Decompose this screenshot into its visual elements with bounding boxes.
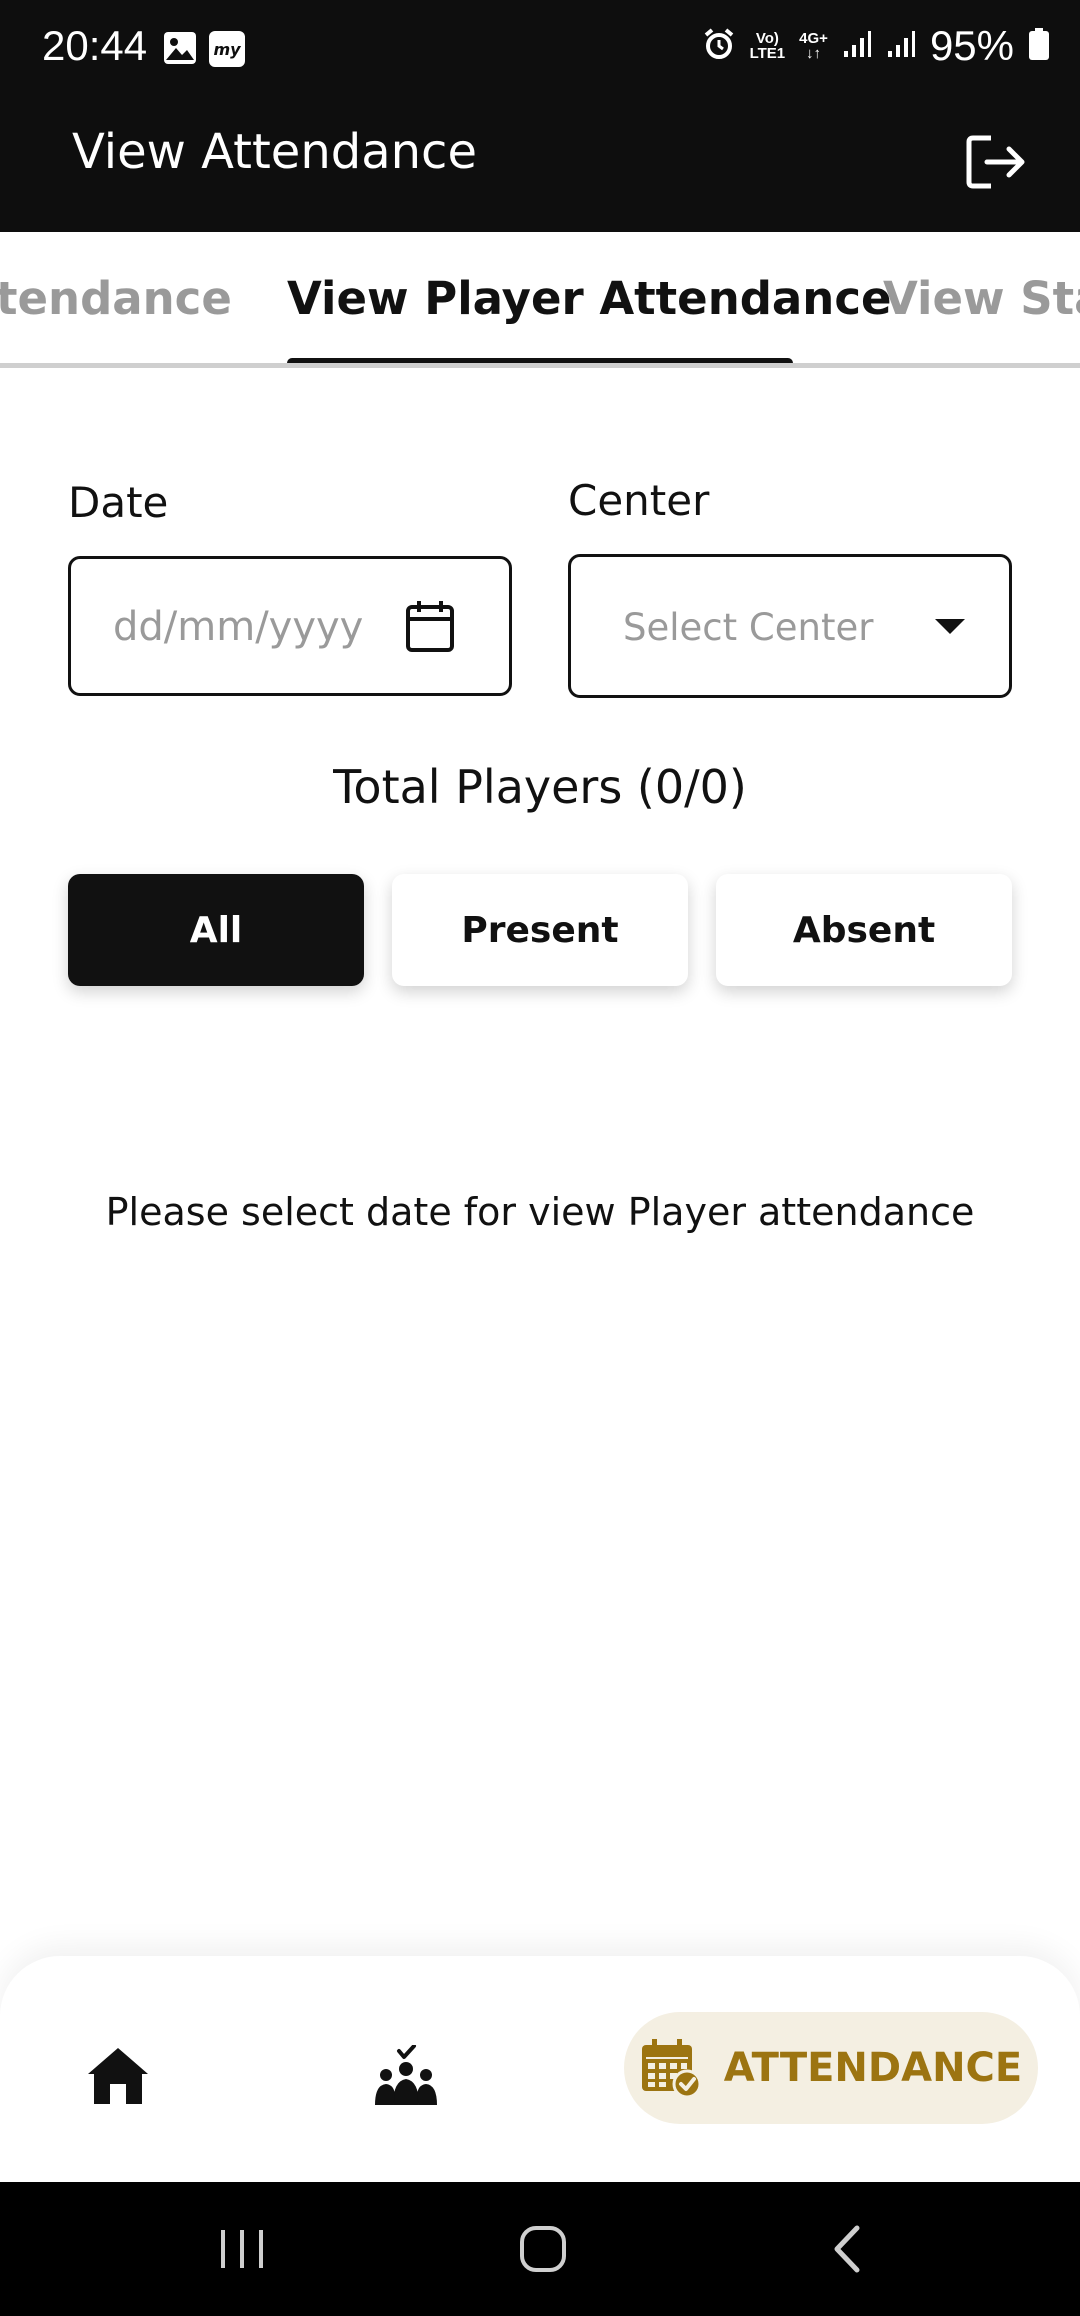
system-home-button[interactable]: [503, 2212, 583, 2286]
date-field[interactable]: dd/mm/yyyy: [68, 556, 512, 696]
logout-button[interactable]: [956, 122, 1036, 202]
active-tab-indicator: [287, 358, 793, 363]
calendar-check-icon: [641, 2039, 702, 2099]
network-type: 4G+ ↓↑: [799, 31, 828, 61]
date-placeholder: dd/mm/yyyy: [113, 604, 364, 650]
filter-absent-button[interactable]: Absent: [716, 874, 1012, 986]
volte-indicator: Vo) LTE1: [750, 31, 786, 61]
logout-icon: [966, 135, 1025, 189]
tab-view-staff-attendance-partial[interactable]: tendance: [0, 272, 232, 325]
nav-attendance-label: ATTENDANCE: [723, 2045, 1023, 2091]
home-icon: [88, 2048, 148, 2104]
back-icon: [834, 2225, 860, 2273]
team-check-icon: [375, 2045, 437, 2105]
network-type-label: 4G+: [799, 30, 828, 47]
signal-icon: [886, 29, 916, 64]
home-circle-icon: [520, 2226, 566, 2272]
page-title: View Attendance: [72, 124, 477, 180]
center-placeholder: Select Center: [623, 606, 874, 649]
data-arrows-icon: ↓↑: [806, 45, 822, 62]
chevron-down-icon: [935, 619, 965, 634]
nav-home-button[interactable]: [76, 2034, 160, 2118]
empty-state-message: Please select date for view Player atten…: [105, 1190, 975, 1234]
status-bar: 20:44 my Vo) LTE1 4G+ ↓↑ 95%: [0, 0, 1080, 96]
image-icon: [162, 30, 198, 66]
filter-all-button[interactable]: All: [68, 874, 364, 986]
calendar-icon[interactable]: [405, 599, 455, 653]
my-app-icon: my: [208, 30, 245, 67]
alarm-icon: [702, 27, 736, 66]
total-players-count: Total Players (0/0): [333, 760, 747, 814]
battery-percent: 95%: [929, 22, 1014, 69]
signal-icon: [842, 29, 872, 64]
nav-attendance-button[interactable]: ATTENDANCE: [624, 2012, 1038, 2124]
volte-top: Vo): [755, 30, 779, 47]
status-right-group: Vo) LTE1 4G+ ↓↑ 95%: [702, 22, 1050, 70]
system-back-button[interactable]: [807, 2212, 887, 2286]
svg-text:my: my: [213, 40, 241, 59]
volte-bottom: LTE1: [749, 45, 786, 62]
bottom-navigation: ATTENDANCE: [0, 1956, 1080, 2182]
tab-bar: tendance View Player Attendance View Sta…: [0, 232, 1080, 368]
center-label: Center: [568, 476, 710, 525]
nav-team-attendance-button[interactable]: [364, 2034, 448, 2118]
system-navigation-bar: [0, 2182, 1080, 2316]
battery-icon: [1028, 27, 1050, 66]
app-bar: View Attendance: [0, 96, 1080, 232]
filter-present-button[interactable]: Present: [392, 874, 688, 986]
recent-apps-button[interactable]: [202, 2212, 282, 2286]
date-label: Date: [68, 478, 169, 527]
recent-apps-icon: [221, 2230, 263, 2268]
tab-view-player-attendance[interactable]: View Player Attendance: [287, 272, 892, 325]
status-time: 20:44: [42, 22, 148, 69]
center-select[interactable]: Select Center: [568, 554, 1012, 698]
tab-view-staff[interactable]: View Staf: [883, 272, 1080, 325]
